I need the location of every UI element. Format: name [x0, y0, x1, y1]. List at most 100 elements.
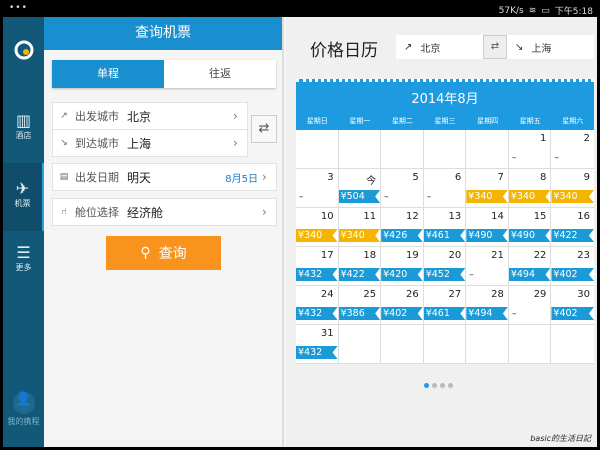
- price-tag: ¥340: [551, 190, 594, 203]
- calendar-day[interactable]: 14 ¥490: [466, 208, 509, 247]
- calendar-day[interactable]: 13 ¥461: [423, 208, 467, 247]
- field-label: 出发日期: [75, 171, 119, 184]
- field-label: 到达城市: [75, 137, 119, 150]
- page-dot[interactable]: [440, 383, 445, 388]
- calendar-day[interactable]: 5–: [381, 169, 424, 208]
- field-label: 出发城市: [75, 110, 119, 123]
- calendar-day[interactable]: 20 ¥452: [423, 247, 467, 286]
- search-icon: ⚲: [140, 245, 151, 261]
- no-price: –: [469, 270, 474, 280]
- calendar-day[interactable]: 8 ¥340: [508, 169, 552, 208]
- calendar-day[interactable]: 30 ¥402: [551, 286, 594, 325]
- sidebar-item-hotel[interactable]: ▥ 酒店: [3, 105, 44, 160]
- calendar-empty-cell: [551, 325, 594, 364]
- calendar-icon: ▤: [59, 172, 69, 182]
- price-tag: ¥340: [508, 190, 551, 203]
- calendar-empty-cell: [466, 130, 509, 169]
- calendar-day[interactable]: 9 ¥340: [551, 169, 594, 208]
- calendar-empty-cell: [296, 130, 339, 169]
- price-tag: ¥490: [466, 229, 508, 242]
- day-number: 8: [540, 172, 547, 183]
- day-number: 16: [577, 211, 590, 222]
- sidebar-item-flight[interactable]: ✈ 机票: [3, 163, 44, 231]
- airplane-icon: ✈: [15, 179, 30, 198]
- calendar-day[interactable]: 7 ¥340: [466, 169, 509, 208]
- calendar-day[interactable]: 2–: [551, 130, 594, 169]
- calendar-day[interactable]: 25 ¥386: [338, 286, 382, 325]
- page-dot[interactable]: [424, 383, 429, 388]
- sidebar-item-more[interactable]: ☰ 更多: [3, 243, 44, 288]
- calendar-day[interactable]: 24 ¥432: [296, 286, 339, 325]
- calendar-day[interactable]: 6–: [423, 169, 467, 208]
- dolphin-logo-icon: [14, 40, 33, 60]
- price-tag: ¥426: [381, 229, 423, 242]
- weekday-label: 星期二: [391, 117, 413, 125]
- chevron-right-icon: ›: [233, 136, 238, 150]
- page-dot[interactable]: [448, 383, 453, 388]
- departure-date-field[interactable]: ▤ 出发日期 明天 8月5日 ›: [52, 163, 277, 191]
- field-value: 上海: [127, 136, 152, 151]
- calendar-day[interactable]: 31 ¥432: [296, 325, 339, 364]
- sidebar-item-my-trips[interactable]: 👤 我的携程: [3, 392, 44, 437]
- page-dot[interactable]: [432, 383, 437, 388]
- cabin-class-field[interactable]: ⑁ 舱位选择 经济舱 ›: [52, 198, 277, 226]
- calendar-day[interactable]: 12 ¥426: [381, 208, 424, 247]
- calendar-day[interactable]: 27 ¥461: [423, 286, 467, 325]
- day-number: 11: [363, 211, 377, 222]
- price-tag: ¥402: [551, 268, 594, 281]
- calendar-grid: 1–2–3– 今 ¥504 5–6–7 ¥340 8 ¥340 9 ¥340 10 ¥340 11 ¥3…: [296, 130, 594, 364]
- calendar-day[interactable]: 15 ¥490: [508, 208, 552, 247]
- departure-city-field[interactable]: ↗ 出发城市 北京 ›: [52, 102, 248, 130]
- page-indicator: [424, 383, 453, 388]
- calendar-day[interactable]: 今 ¥504: [338, 169, 382, 208]
- search-button[interactable]: ⚲ 查询: [106, 236, 221, 270]
- calendar-day[interactable]: 18 ¥422: [338, 247, 382, 286]
- route-to-city: 上海: [531, 43, 552, 55]
- calendar-day[interactable]: 28 ¥494: [466, 286, 509, 325]
- day-number: 12: [405, 211, 419, 222]
- route-to[interactable]: ↘ 上海: [507, 35, 594, 59]
- day-number: 24: [320, 289, 334, 300]
- swap-cities-button[interactable]: ⇄: [251, 115, 277, 143]
- calendar-day[interactable]: 21 –: [466, 247, 509, 286]
- route-swap-button[interactable]: ⇄: [483, 35, 507, 59]
- day-number: 6: [454, 172, 462, 183]
- calendar-day[interactable]: 26 ¥402: [381, 286, 424, 325]
- day-number: 27: [448, 289, 462, 300]
- tab-round-trip[interactable]: 往返: [164, 60, 276, 88]
- calendar-day[interactable]: 23 ¥402: [551, 247, 594, 286]
- calendar-day[interactable]: 19 ¥420: [381, 247, 424, 286]
- no-price: –: [426, 192, 432, 202]
- swap-icon: ⇄: [258, 121, 270, 136]
- route-from[interactable]: ↗ 北京: [396, 35, 483, 59]
- calendar-empty-cell: [338, 325, 382, 364]
- price-tag: ¥422: [338, 268, 381, 281]
- calendar-day[interactable]: 16 ¥422: [551, 208, 594, 247]
- calendar-day[interactable]: 29 –: [508, 286, 552, 325]
- route-selector: ↗ 北京 ⇄ ↘ 上海: [396, 35, 594, 59]
- arrival-city-field[interactable]: ↘ 到达城市 上海 ›: [52, 129, 248, 157]
- calendar-day[interactable]: 10 ¥340: [296, 208, 339, 247]
- calendar-day[interactable]: 11 ¥340: [338, 208, 382, 247]
- price-calendar: 2014年8月 星期日 星期一 星期二 星期三 星期四 星期五 星期六 1–2–3– 今 ¥50…: [296, 79, 594, 364]
- selected-date: 8月5日: [225, 173, 258, 185]
- price-tag: ¥340: [296, 229, 338, 242]
- weekday-label: 星期四: [477, 117, 499, 125]
- day-number: 30: [577, 289, 590, 300]
- seat-icon: ⑁: [61, 207, 67, 217]
- chevron-right-icon: ›: [262, 170, 267, 184]
- day-number: 31: [320, 328, 334, 339]
- sidebar-item-label: 更多: [15, 263, 32, 272]
- day-number: 19: [405, 250, 419, 261]
- day-number: 25: [363, 289, 377, 300]
- network-speed: 57K/s: [498, 5, 524, 16]
- tab-one-way[interactable]: 单程: [52, 60, 164, 88]
- calendar-day[interactable]: 22 ¥494: [508, 247, 552, 286]
- calendar-day[interactable]: 3–: [296, 169, 339, 208]
- calendar-empty-cell: [338, 130, 382, 169]
- price-tag: ¥490: [508, 229, 551, 242]
- field-value: 北京: [127, 109, 152, 124]
- calendar-day[interactable]: 1–: [508, 130, 552, 169]
- price-tag: ¥432: [296, 268, 338, 281]
- calendar-day[interactable]: 17 ¥432: [296, 247, 339, 286]
